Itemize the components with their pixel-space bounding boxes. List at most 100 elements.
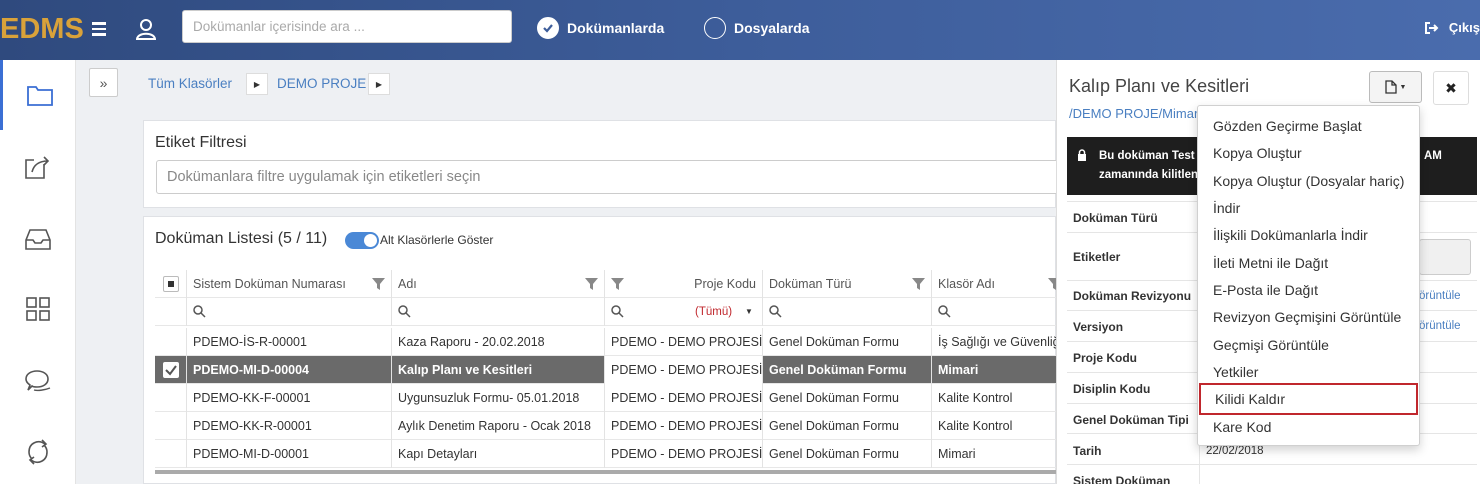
menu-item-qr-code[interactable]: Kare Kod xyxy=(1198,414,1419,441)
table-row[interactable]: PDEMO-MI-D-00001 Kapı Detayları PDEMO - … xyxy=(155,440,1056,468)
nav-folders[interactable] xyxy=(0,60,76,130)
column-header-project[interactable]: Proje Kodu xyxy=(605,270,763,298)
select-all-checkbox[interactable] xyxy=(163,276,179,292)
menu-item-distribute-email[interactable]: E-Posta ile Dağıt xyxy=(1198,277,1419,304)
filter-number-cell[interactable] xyxy=(187,298,392,326)
folder-icon xyxy=(26,86,53,106)
filter-icon[interactable] xyxy=(372,278,385,290)
menu-item-download[interactable]: İndir xyxy=(1198,195,1419,222)
prop-label: Sistem Doküman xyxy=(1073,474,1171,484)
radio-unchecked-icon xyxy=(704,17,726,39)
subfolders-toggle[interactable] xyxy=(345,232,379,249)
lock-icon xyxy=(1078,149,1086,161)
nav-dashboard[interactable] xyxy=(0,274,76,344)
nav-messages[interactable] xyxy=(0,346,76,416)
column-header-number[interactable]: Sistem Doküman Numarası xyxy=(187,270,392,298)
left-nav xyxy=(0,60,76,484)
view-version-link[interactable]: örüntüle xyxy=(1419,320,1461,332)
logout-label: Çıkış xyxy=(1448,20,1480,35)
horizontal-scrollbar[interactable] xyxy=(155,470,1056,474)
column-header-project-label: Proje Kodu xyxy=(694,277,756,291)
row-select-cell[interactable] xyxy=(155,412,187,440)
menu-item-permissions[interactable]: Yetkiler xyxy=(1198,359,1419,386)
cell-project: PDEMO - DEMO PROJESİ xyxy=(605,328,763,356)
table-row-selected[interactable]: PDEMO-MI-D-00004 Kalıp Planı ve Kesitler… xyxy=(155,356,1056,384)
prop-date-value: 22/02/2018 xyxy=(1206,445,1264,457)
cell-project: PDEMO - DEMO PROJESİ xyxy=(605,384,763,412)
filter-type-cell[interactable] xyxy=(763,298,932,326)
menu-item-revision-history[interactable]: Revizyon Geçmişini Görüntüle xyxy=(1198,304,1419,331)
row-select-cell[interactable] xyxy=(155,328,187,356)
menu-item-unlock[interactable]: Kilidi Kaldır xyxy=(1199,383,1418,415)
row-select-cell[interactable] xyxy=(155,440,187,468)
row-select-cell[interactable] xyxy=(155,384,187,412)
detail-title: Kalıp Planı ve Kesitleri xyxy=(1069,76,1250,96)
cell-project: PDEMO - DEMO PROJESİ xyxy=(605,440,763,468)
cell-folder: Mimari xyxy=(938,363,979,377)
menu-item-history[interactable]: Geçmişi Görüntüle xyxy=(1198,332,1419,359)
table-row[interactable]: PDEMO-İS-R-00001 Kaza Raporu - 20.02.201… xyxy=(155,328,1056,356)
prop-label: Doküman Revizyonu xyxy=(1073,289,1192,303)
column-header-type[interactable]: Doküman Türü xyxy=(763,270,932,298)
table-row[interactable]: PDEMO-KK-R-00001 Aylık Denetim Raporu - … xyxy=(155,412,1056,440)
document-actions-menu: Gözden Geçirme Başlat Kopya Oluştur Kopy… xyxy=(1197,105,1420,446)
cell-folder: Kalite Kontrol xyxy=(938,419,1013,433)
prop-label: Doküman Türü xyxy=(1073,211,1158,225)
dropdown-caret-icon[interactable]: ▼ xyxy=(745,298,753,326)
filter-icon[interactable] xyxy=(912,278,925,290)
menu-toggle-icon[interactable] xyxy=(92,22,106,36)
breadcrumb-caret-icon[interactable]: ▶ xyxy=(368,73,390,95)
menu-item-create-copy-no-files[interactable]: Kopya Oluştur (Dosyalar hariç) xyxy=(1198,168,1419,195)
filter-project-cell[interactable]: (Tümü) ▼ xyxy=(605,298,763,326)
nav-inbox[interactable] xyxy=(0,204,76,274)
table-row[interactable]: PDEMO-KK-F-00001 Uygunsuzluk Formu- 05.0… xyxy=(155,384,1056,412)
filter-folder-cell[interactable] xyxy=(932,298,1056,326)
prop-label: Versiyon xyxy=(1073,320,1124,334)
lock-notice-text-start: Bu doküman Test xyxy=(1099,150,1195,162)
menu-item-download-with-related[interactable]: İlişkili Dokümanlarla İndir xyxy=(1198,222,1419,249)
chat-icon xyxy=(25,370,51,392)
search-input[interactable] xyxy=(182,10,512,43)
menu-item-distribute-message[interactable]: İleti Metni ile Dağıt xyxy=(1198,250,1419,277)
expand-panel-button[interactable]: » xyxy=(89,68,118,97)
menu-item-create-copy[interactable]: Kopya Oluştur xyxy=(1198,140,1419,167)
logout-button[interactable]: Çıkış xyxy=(1424,20,1480,35)
cell-name: Kaza Raporu - 20.02.2018 xyxy=(392,328,605,356)
filter-icon[interactable] xyxy=(585,278,598,290)
tag-filter-input[interactable]: Dokümanlara filtre uygulamak için etiket… xyxy=(156,160,1076,194)
radio-documents-label: Dokümanlarda xyxy=(567,20,665,36)
cell-name: Uygunsuzluk Formu- 05.01.2018 xyxy=(392,384,605,412)
tags-input[interactable] xyxy=(1419,239,1471,275)
radio-documents[interactable]: Dokümanlarda xyxy=(537,16,664,40)
close-button[interactable]: ✖ xyxy=(1433,71,1469,105)
breadcrumb-demo-project[interactable]: DEMO PROJE xyxy=(277,76,366,91)
cell-project: PDEMO - DEMO PROJESİ xyxy=(605,356,763,384)
cell-number: PDEMO-MI-D-00004 xyxy=(187,356,392,384)
cell-name: Aylık Denetim Raporu - Ocak 2018 xyxy=(392,412,605,440)
row-select-cell[interactable] xyxy=(155,356,187,384)
row-checkbox-checked[interactable] xyxy=(163,362,179,378)
subfolders-toggle-label: Alt Klasörlerle Göster xyxy=(380,233,494,247)
breadcrumb-all-folders[interactable]: Tüm Klasörler xyxy=(148,76,232,91)
detail-path[interactable]: /DEMO PROJE/Mimari xyxy=(1069,106,1201,121)
double-chevron-right-icon: » xyxy=(99,74,108,91)
document-list-title: Doküman Listesi (5 / 11) xyxy=(155,230,328,247)
nav-share[interactable] xyxy=(0,132,76,202)
search-icon xyxy=(193,305,206,318)
filter-cell-empty xyxy=(155,298,187,326)
document-actions-button[interactable]: ▼ xyxy=(1369,71,1422,103)
filter-name-cell[interactable] xyxy=(392,298,605,326)
chevron-down-icon: ▼ xyxy=(1399,83,1407,91)
user-icon[interactable] xyxy=(136,18,156,40)
column-header-folder[interactable]: Klasör Adı xyxy=(932,270,1056,298)
menu-item-start-review[interactable]: Gözden Geçirme Başlat xyxy=(1198,113,1419,140)
search-icon xyxy=(938,305,951,318)
view-revision-link[interactable]: örüntüle xyxy=(1419,290,1461,302)
breadcrumb-caret-icon[interactable]: ▶ xyxy=(246,73,268,95)
app-logo[interactable]: EDMS xyxy=(0,0,84,60)
column-header-name[interactable]: Adı xyxy=(392,270,605,298)
radio-files[interactable]: Dosyalarda xyxy=(704,16,809,40)
radio-checked-icon xyxy=(537,17,559,39)
nav-sync[interactable] xyxy=(0,417,76,484)
cell-type: Genel Doküman Formu xyxy=(763,384,932,412)
